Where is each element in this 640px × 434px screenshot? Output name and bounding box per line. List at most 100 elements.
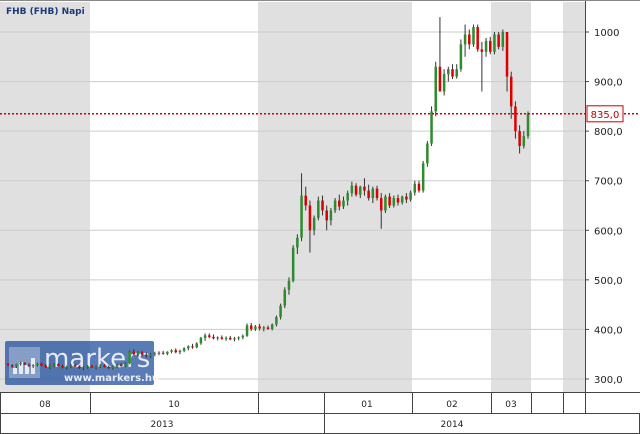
logo-bar xyxy=(13,368,17,374)
candle-body xyxy=(145,354,148,357)
candle-body xyxy=(359,186,362,195)
candle xyxy=(187,345,190,351)
candle-body xyxy=(505,32,509,77)
candle-body xyxy=(132,351,136,355)
candle-body xyxy=(119,364,123,367)
y-tick-label: 600,0 xyxy=(594,226,623,237)
logo-url: www.markers.hu xyxy=(64,373,159,384)
candle-body xyxy=(396,198,400,203)
candle xyxy=(426,141,429,167)
candle xyxy=(220,335,224,340)
candle xyxy=(283,287,287,309)
candle-body xyxy=(514,106,517,132)
candle-body xyxy=(438,66,442,92)
candle-body xyxy=(417,183,421,191)
candle-body xyxy=(220,337,224,339)
candle-body xyxy=(262,327,266,329)
candle-body xyxy=(296,237,299,248)
candle-body xyxy=(287,280,291,290)
candle-body xyxy=(447,69,450,75)
candle-body xyxy=(518,131,521,147)
candle-body xyxy=(216,337,219,339)
candle-body xyxy=(166,351,169,354)
candle xyxy=(476,24,479,52)
candle xyxy=(224,336,228,341)
candle-body xyxy=(321,200,324,211)
candle-body xyxy=(455,69,458,77)
candle xyxy=(195,342,198,349)
candle-body xyxy=(421,163,425,191)
candle-body xyxy=(212,336,215,339)
candle xyxy=(182,347,186,353)
candle-body xyxy=(10,365,14,367)
candle xyxy=(170,349,173,354)
candle-body xyxy=(254,326,257,329)
candle-body xyxy=(354,185,358,195)
candle xyxy=(233,336,236,342)
candle-body xyxy=(195,343,198,348)
candle-body xyxy=(346,193,349,201)
candle-body xyxy=(31,365,35,367)
candle-body xyxy=(245,325,249,336)
candle-body xyxy=(463,34,467,45)
candle-body xyxy=(99,365,102,367)
candle-body xyxy=(90,366,94,368)
chart-title: FHB (FHB) Napi xyxy=(6,7,85,17)
candle-body xyxy=(338,200,341,207)
candle-body xyxy=(61,366,64,368)
candle xyxy=(480,41,484,92)
candle-body xyxy=(308,205,312,231)
candle-body xyxy=(451,69,454,77)
candle xyxy=(212,334,215,340)
candle-body xyxy=(413,183,417,193)
candle-body xyxy=(333,200,337,211)
candle-body xyxy=(342,200,345,207)
month-label: 02 xyxy=(446,400,457,410)
candle-body xyxy=(136,352,140,355)
candle-body xyxy=(283,289,287,306)
shade-band xyxy=(0,2,90,392)
candle-body xyxy=(468,34,471,45)
candle xyxy=(421,160,425,193)
candle xyxy=(229,335,232,341)
candle-body xyxy=(140,352,144,355)
candle-body xyxy=(241,335,245,338)
candle-body xyxy=(375,188,379,199)
candle-body xyxy=(522,136,526,147)
candle-body xyxy=(300,195,303,238)
candle-body xyxy=(178,350,182,353)
candle-body xyxy=(27,364,31,367)
candle-body xyxy=(94,366,98,368)
candle-body xyxy=(325,210,328,221)
candle xyxy=(254,324,257,331)
period-shading xyxy=(0,2,585,392)
candle-body xyxy=(115,364,119,367)
markers-watermark: markerswww.markers.hu xyxy=(5,341,159,385)
candle-body xyxy=(191,346,194,348)
candle-body xyxy=(199,337,203,344)
candle-body xyxy=(317,200,320,218)
candle-body xyxy=(472,27,475,45)
candle xyxy=(447,66,450,82)
y-tick-label: 800,0 xyxy=(594,127,623,138)
candle xyxy=(157,351,161,356)
y-tick-label: 900,0 xyxy=(594,78,623,89)
candle-body xyxy=(388,196,391,206)
candle xyxy=(203,333,207,341)
candle xyxy=(178,349,182,355)
candle-body xyxy=(392,198,396,206)
logo-brand: markers xyxy=(44,344,150,374)
candle-body xyxy=(459,44,463,70)
candle xyxy=(459,39,463,72)
candle xyxy=(237,336,240,341)
year-label: 2013 xyxy=(151,420,174,430)
candle xyxy=(430,106,433,147)
candle-body xyxy=(128,351,131,364)
candle xyxy=(472,24,475,47)
candle-body xyxy=(489,40,492,52)
price-tag-label: 835,0 xyxy=(591,110,620,121)
candle xyxy=(216,336,219,341)
candle xyxy=(241,334,245,340)
candle-body xyxy=(170,350,173,352)
y-tick-label: 700,0 xyxy=(594,177,623,188)
